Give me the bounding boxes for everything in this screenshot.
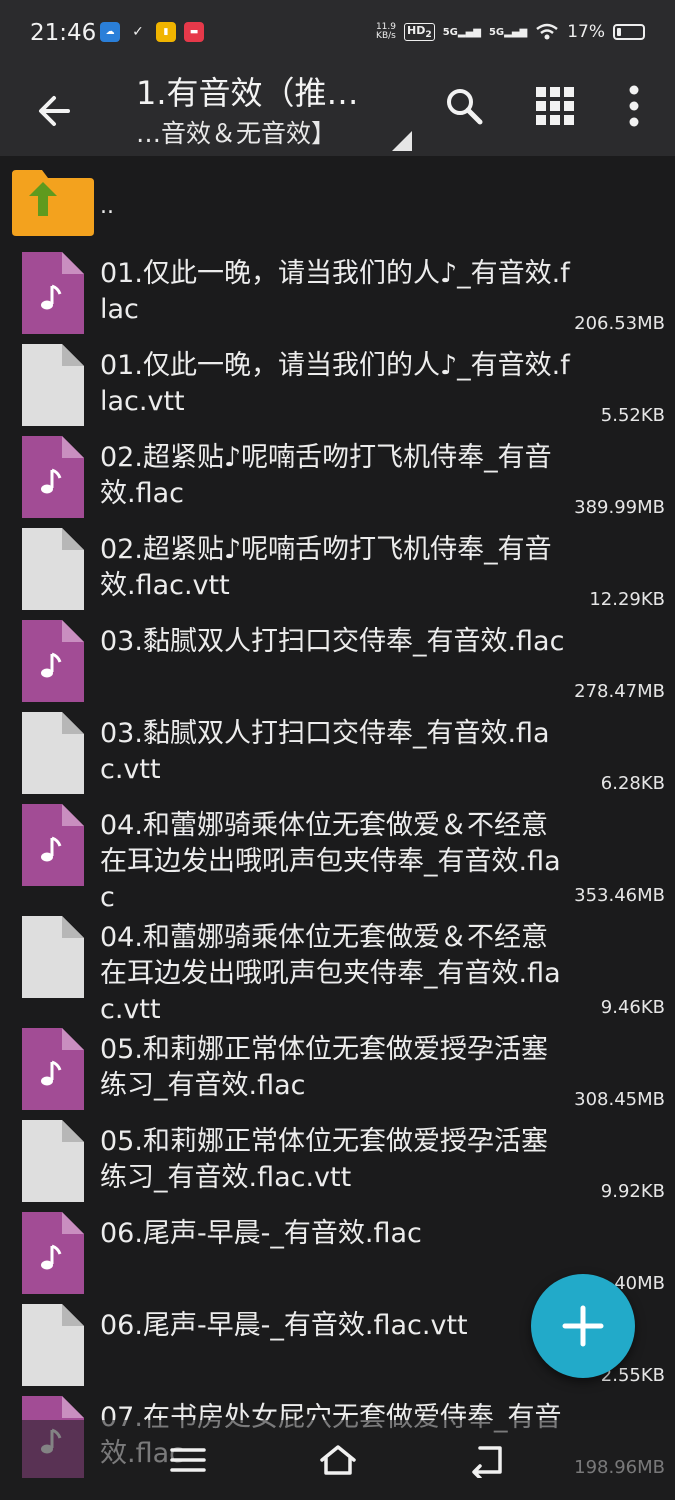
net-speed: 11.9 KB/s bbox=[376, 23, 396, 41]
battery-percent: 17% bbox=[567, 22, 605, 42]
parent-folder-row[interactable]: .. bbox=[0, 156, 675, 244]
home-icon[interactable] bbox=[316, 1442, 360, 1478]
status-time: 21:46 bbox=[30, 20, 97, 46]
battery-fill bbox=[617, 28, 621, 36]
file-row[interactable]: 05.和莉娜正常体位无套做爱授孕活塞练习_有音效.flac.vtt 9.92KB bbox=[0, 1112, 675, 1204]
file-size: 9.46KB bbox=[600, 997, 665, 1018]
status-bar: 21:46 ☁ ✓ ▮ ▬ 11.9 KB/s HD2 5G▂▄▆ 5G▂▄▆ … bbox=[0, 0, 675, 68]
text-file-icon bbox=[22, 1304, 84, 1386]
add-button[interactable] bbox=[531, 1274, 635, 1378]
download-done-icon: ✓ bbox=[132, 24, 144, 40]
toolbar: 1.有音效（推… …音效＆无音效】 bbox=[0, 68, 675, 156]
plus-icon bbox=[562, 1305, 604, 1347]
file-size: 353.46MB bbox=[574, 885, 665, 906]
text-file-icon bbox=[22, 916, 84, 998]
notification-icons: ☁ ✓ ▮ ▬ bbox=[100, 22, 204, 42]
app-notification-icon: ▬ bbox=[184, 22, 204, 42]
file-row[interactable]: 03.黏腻双人打扫口交侍奉_有音效.flac.vtt 6.28KB bbox=[0, 704, 675, 796]
audio-file-icon bbox=[22, 1212, 84, 1294]
file-size: 6.28KB bbox=[600, 773, 665, 794]
file-size: 278.47MB bbox=[574, 681, 665, 702]
hd-icon: HD2 bbox=[403, 22, 435, 42]
file-name: 02.超紧贴♪呢喃舌吻打飞机侍奉_有音效.flac.vtt bbox=[100, 534, 552, 601]
file-name: 06.尾声-早晨-_有音效.flac.vtt bbox=[100, 1310, 468, 1341]
file-name: 03.黏腻双人打扫口交侍奉_有音效.flac bbox=[100, 626, 565, 657]
signal-icon: 5G▂▄▆ bbox=[442, 26, 481, 38]
hd-label: HD bbox=[406, 23, 426, 37]
audio-file-icon bbox=[22, 252, 84, 334]
search-icon[interactable] bbox=[442, 84, 486, 128]
file-row[interactable]: 05.和莉娜正常体位无套做爱授孕活塞练习_有音效.flac 308.45MB bbox=[0, 1020, 675, 1112]
app-notification-icon: ☁ bbox=[100, 22, 120, 42]
file-size: 5.52KB bbox=[600, 405, 665, 426]
grid-view-icon[interactable] bbox=[533, 84, 577, 128]
audio-file-icon bbox=[22, 804, 84, 886]
system-nav-bar bbox=[0, 1420, 675, 1500]
file-row[interactable]: 03.黏腻双人打扫口交侍奉_有音效.flac 278.47MB bbox=[0, 612, 675, 704]
text-file-icon bbox=[22, 712, 84, 794]
file-size: 389.99MB bbox=[574, 497, 665, 518]
hd-sub: 2 bbox=[425, 29, 432, 41]
wifi-icon bbox=[536, 23, 558, 40]
parent-folder-label: .. bbox=[100, 194, 114, 219]
file-row[interactable]: 04.和蕾娜骑乘体位无套做爱＆不经意在耳边发出哦吼声包夹侍奉_有音效.flac 3… bbox=[0, 796, 675, 913]
file-name: 01.仅此一晚，请当我们的人♪_有音效.flac.vtt bbox=[100, 350, 570, 417]
audio-file-icon bbox=[22, 620, 84, 702]
file-name: 04.和蕾娜骑乘体位无套做爱＆不经意在耳边发出哦吼声包夹侍奉_有音效.flac bbox=[100, 810, 561, 913]
parent-folder-icon bbox=[12, 170, 94, 236]
page-subtitle[interactable]: …音效＆无音效】 bbox=[136, 114, 336, 150]
file-name: 03.黏腻双人打扫口交侍奉_有音效.flac.vtt bbox=[100, 718, 550, 785]
back-icon[interactable] bbox=[466, 1442, 510, 1478]
net-speed-unit: KB/s bbox=[376, 31, 396, 41]
status-right: 11.9 KB/s HD2 5G▂▄▆ 5G▂▄▆ 17% bbox=[376, 22, 645, 42]
audio-file-icon bbox=[22, 1028, 84, 1110]
file-row[interactable]: 02.超紧贴♪呢喃舌吻打飞机侍奉_有音效.flac.vtt 12.29KB bbox=[0, 520, 675, 612]
file-row[interactable]: 01.仅此一晚，请当我们的人♪_有音效.flac 206.53MB bbox=[0, 244, 675, 336]
file-size: 206.53MB bbox=[574, 313, 665, 334]
file-size: 9.92KB bbox=[600, 1181, 665, 1202]
text-file-icon bbox=[22, 528, 84, 610]
file-row[interactable]: 01.仅此一晚，请当我们的人♪_有音效.flac.vtt 5.52KB bbox=[0, 336, 675, 428]
file-name: 06.尾声-早晨-_有音效.flac bbox=[100, 1218, 422, 1249]
text-file-icon bbox=[22, 1120, 84, 1202]
file-name: 02.超紧贴♪呢喃舌吻打飞机侍奉_有音效.flac bbox=[100, 442, 552, 509]
file-row[interactable]: 02.超紧贴♪呢喃舌吻打飞机侍奉_有音效.flac 389.99MB bbox=[0, 428, 675, 520]
more-vertical-icon[interactable] bbox=[612, 84, 656, 128]
file-name: 05.和莉娜正常体位无套做爱授孕活塞练习_有音效.flac.vtt bbox=[100, 1126, 548, 1193]
app-notification-icon: ▮ bbox=[156, 22, 176, 42]
battery-icon bbox=[613, 24, 645, 40]
file-row[interactable]: 04.和蕾娜骑乘体位无套做爱＆不经意在耳边发出哦吼声包夹侍奉_有音效.flac.… bbox=[0, 908, 675, 1025]
dropdown-indicator-icon[interactable] bbox=[392, 131, 412, 151]
menu-icon[interactable] bbox=[166, 1442, 210, 1478]
arrow-left-icon[interactable] bbox=[30, 86, 80, 136]
file-size: 308.45MB bbox=[574, 1089, 665, 1110]
text-file-icon bbox=[22, 344, 84, 426]
file-size: 12.29KB bbox=[589, 589, 665, 610]
file-name: 05.和莉娜正常体位无套做爱授孕活塞练习_有音效.flac bbox=[100, 1034, 548, 1101]
file-name: 04.和蕾娜骑乘体位无套做爱＆不经意在耳边发出哦吼声包夹侍奉_有音效.flac.… bbox=[100, 922, 561, 1025]
page-title[interactable]: 1.有音效（推… bbox=[136, 68, 359, 114]
signal-icon: 5G▂▄▆ bbox=[488, 26, 528, 38]
audio-file-icon bbox=[22, 436, 84, 518]
file-name: 01.仅此一晚，请当我们的人♪_有音效.flac bbox=[100, 258, 570, 325]
signal-1-label: 5G bbox=[442, 26, 458, 38]
signal-2-label: 5G bbox=[488, 26, 505, 38]
